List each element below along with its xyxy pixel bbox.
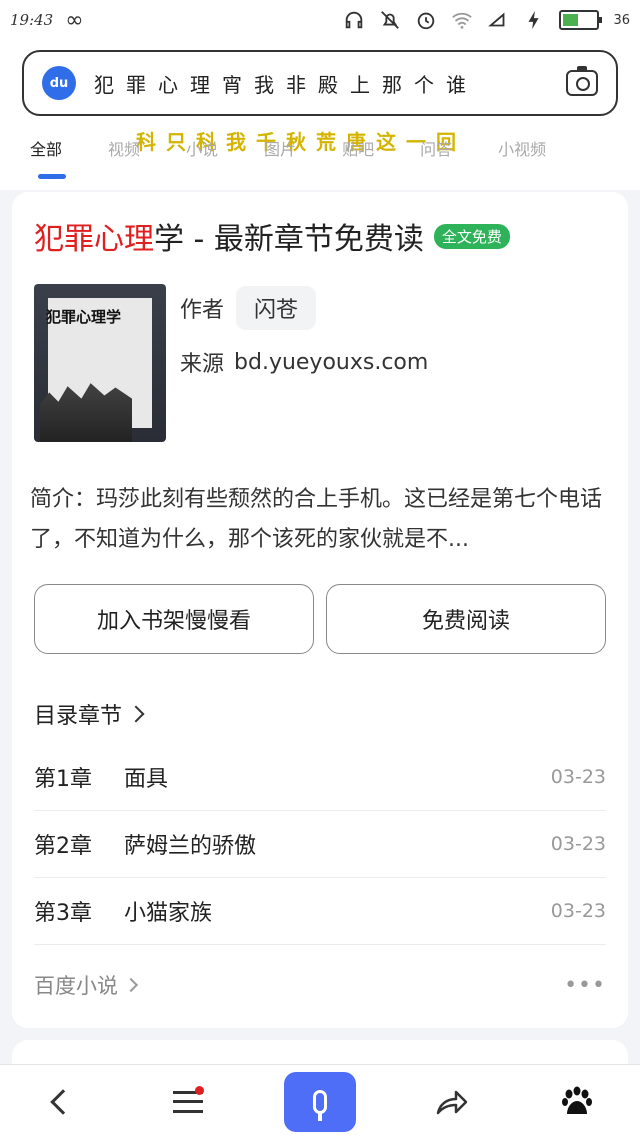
baidu-home-button[interactable] [547, 1072, 607, 1132]
chapter-name: 面具 [124, 767, 169, 792]
tab-all[interactable]: 全部 [30, 136, 62, 160]
wifi-icon [452, 12, 473, 29]
battery-level: 36 [613, 12, 630, 28]
microphone-icon [312, 1089, 327, 1121]
card-footer: 百度小说 ••• [34, 970, 606, 1000]
chapter-item[interactable]: 第1章 面具 03-23 [34, 744, 606, 811]
result-title-row[interactable]: 犯罪心理学 - 最新章节免费读 全文免费 [34, 214, 510, 258]
source-link[interactable]: bd.yueyouxs.com [234, 350, 428, 375]
chapter-name: 萨姆兰的骄傲 [124, 834, 257, 859]
author-row: 作者 闪苍 [180, 286, 428, 330]
book-cover[interactable]: 犯罪心理学 [34, 284, 166, 442]
infinity-icon: ∞ [65, 7, 84, 33]
tab-image[interactable]: 图片 [264, 136, 296, 160]
free-badge: 全文免费 [433, 223, 510, 249]
signal-icon [488, 12, 505, 27]
baidu-paw-icon [562, 1086, 593, 1114]
chevron-right-icon [127, 705, 145, 723]
tab-qa[interactable]: 问答 [420, 136, 452, 160]
tab-short-video[interactable]: 小视频 [498, 136, 546, 160]
charging-icon [528, 10, 540, 30]
status-bar: 19:43 ∞ 36 [0, 0, 640, 40]
chevron-right-icon [123, 977, 139, 993]
result-title[interactable]: 犯罪心理学 - 最新章节免费读 [34, 214, 424, 258]
toc-link[interactable]: 目录章节 [34, 698, 145, 730]
toc-label: 目录章节 [34, 704, 123, 729]
chapter-number: 第2章 [34, 834, 92, 859]
notification-dot [195, 1085, 205, 1095]
title-rest: 学 - 最新章节免费读 [154, 222, 424, 257]
back-button[interactable] [33, 1072, 93, 1132]
share-button[interactable] [422, 1072, 482, 1132]
mute-icon [381, 11, 400, 29]
voice-search-button[interactable] [283, 1071, 356, 1132]
tab-active-indicator [38, 174, 66, 179]
author-label: 作者 [180, 298, 225, 323]
camera-icon[interactable] [566, 66, 598, 96]
tab-tieba[interactable]: 贴吧 [342, 136, 374, 160]
back-arrow-icon [50, 1088, 76, 1115]
free-read-button[interactable]: 免费阅读 [326, 584, 606, 654]
chapter-number: 第3章 [34, 901, 92, 926]
novel-result-card: 犯罪心理学 - 最新章节免费读 全文免费 犯罪心理学 作者 闪苍 来源 bd.y… [12, 192, 628, 1028]
chapter-date: 03-23 [550, 833, 606, 855]
chapter-date: 03-23 [550, 900, 606, 922]
alarm-icon [418, 12, 435, 30]
search-input[interactable]: 犯罪心理宵我非殿上那个谁 [94, 69, 478, 98]
headphone-icon [346, 11, 363, 29]
battery-icon [559, 10, 603, 30]
footer-source-link[interactable]: 百度小说 [34, 970, 118, 1000]
status-icons: 36 [343, 9, 630, 31]
author-chip[interactable]: 闪苍 [236, 286, 317, 330]
cover-title: 犯罪心理学 [46, 308, 122, 326]
book-intro[interactable]: 简介：玛莎此刻有些颓然的合上手机。这已经是第七个电话了，不知道为什么，那个该死的… [30, 480, 610, 560]
chapter-item[interactable]: 第2章 萨姆兰的骄傲 03-23 [34, 811, 606, 878]
source-row: 来源 bd.yueyouxs.com [180, 340, 428, 384]
menu-button[interactable] [158, 1072, 218, 1132]
source-label: 来源 [180, 352, 225, 377]
title-highlight: 犯罪心理 [34, 222, 154, 257]
search-box[interactable]: du 犯罪心理宵我非殿上那个谁 [22, 50, 618, 116]
baidu-logo-icon[interactable]: du [42, 66, 76, 100]
chapter-number: 第1章 [34, 767, 92, 792]
chapter-item[interactable]: 第3章 小猫家族 03-23 [34, 878, 606, 945]
status-time: 19:43 [10, 11, 54, 29]
more-options-icon[interactable]: ••• [564, 973, 606, 998]
search-header: du 犯罪心理宵我非殿上那个谁 科只科我千秋荒唐这一回 全部 视频 小说 图片 … [0, 40, 640, 190]
add-to-shelf-button[interactable]: 加入书架慢慢看 [34, 584, 314, 654]
chapter-list: 第1章 面具 03-23 第2章 萨姆兰的骄傲 03-23 第3章 小猫家族 0… [34, 744, 606, 945]
chapter-name: 小猫家族 [124, 901, 213, 926]
search-tabs: 全部 视频 小说 图片 贴吧 问答 小视频 [30, 136, 546, 160]
share-icon [436, 1090, 467, 1114]
bottom-nav [0, 1064, 640, 1138]
tab-novel[interactable]: 小说 [186, 136, 218, 160]
tab-video[interactable]: 视频 [108, 136, 140, 160]
chapter-date: 03-23 [550, 766, 606, 788]
book-meta: 作者 闪苍 来源 bd.yueyouxs.com [180, 286, 428, 384]
